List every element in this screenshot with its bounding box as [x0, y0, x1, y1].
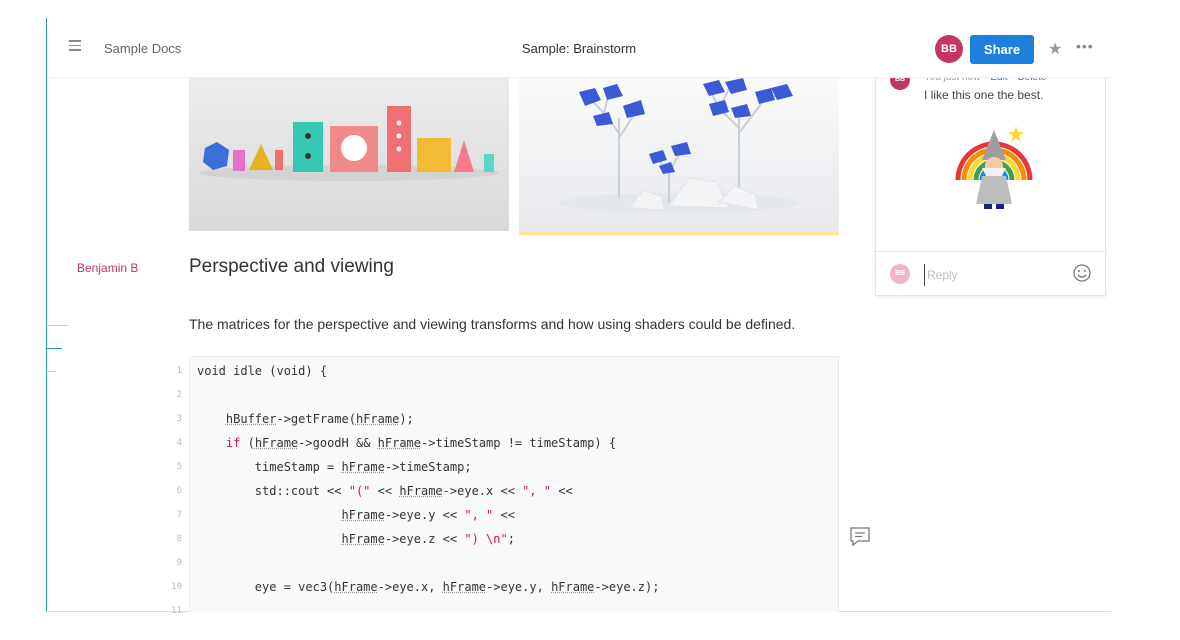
trees-image — [519, 78, 839, 235]
section-heading: Perspective and viewing — [189, 256, 394, 277]
code-line: hBuffer->getFrame(hFrame); — [225, 412, 414, 426]
code-line-number: 5 — [176, 462, 182, 472]
shapes-image — [189, 78, 509, 231]
user-avatar[interactable]: BB — [935, 35, 963, 63]
code-line: void idle (void) { — [197, 364, 328, 378]
left-margin-rule — [46, 18, 47, 612]
code-line: hFrame->eye.z << ") \n"; — [341, 532, 515, 546]
body-paragraph: The matrices for the perspective and vie… — [189, 316, 796, 332]
gutter-tick-active — [46, 348, 62, 349]
code-line: hFrame->eye.y << ", " << — [341, 508, 515, 522]
gutter-tick — [46, 325, 68, 326]
code-line-number: 4 — [176, 438, 182, 448]
comment-divider — [876, 251, 1105, 252]
author-name[interactable]: Benjamin B — [77, 261, 138, 275]
code-line: timeStamp = hFrame->timeStamp; — [197, 460, 472, 474]
code-line-number: 1 — [176, 366, 182, 376]
comment-text: I like this one the best. — [924, 88, 1044, 102]
code-line-number: 11 — [171, 606, 182, 616]
wizard-sticker-image — [952, 124, 1036, 216]
share-button[interactable]: Share — [970, 35, 1034, 64]
reply-avatar: BB — [890, 264, 910, 284]
code-line-number: 6 — [176, 486, 182, 496]
add-comment-icon[interactable] — [849, 526, 871, 548]
comment-card: BB You just nowEditDelete I like this on… — [875, 60, 1106, 296]
reply-input[interactable]: Reply — [924, 264, 1044, 286]
code-line-number: 9 — [176, 558, 182, 568]
code-line-number: 7 — [176, 510, 182, 520]
code-line: std::cout << "(" << hFrame->eye.x << ", … — [197, 484, 573, 498]
gutter-tick — [46, 371, 56, 372]
code-line-number: 3 — [176, 414, 182, 424]
more-options-icon[interactable]: ••• — [1076, 38, 1094, 54]
top-bar: Sample Docs Sample: Brainstorm BB Share … — [47, 18, 1111, 78]
code-line: eye = vec3(hFrame->eye.x, hFrame->eye.y,… — [197, 580, 660, 594]
star-icon[interactable]: ★ — [1048, 39, 1062, 59]
smiley-icon[interactable] — [1072, 263, 1092, 283]
code-line-number: 10 — [171, 582, 182, 592]
code-line-number: 8 — [176, 534, 182, 544]
code-line: if (hFrame->goodH && hFrame->timeStamp !… — [225, 436, 617, 450]
code-line-number: 2 — [176, 390, 182, 400]
